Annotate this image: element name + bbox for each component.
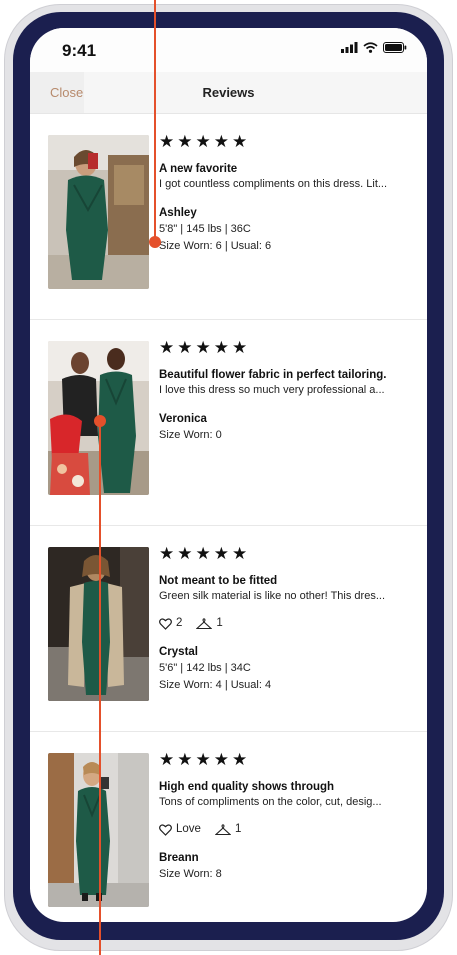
heart-icon [159,823,172,836]
star-rating: ★★★★★ [159,132,251,151]
review-card[interactable]: ★★★★★ Not meant to be fitted Green silk … [30,526,427,732]
hanger-count: 1 [234,823,242,835]
page-title: Reviews [202,85,255,100]
reviewer-size: Size Worn: 8 [159,868,222,880]
annotation-dot [149,236,161,248]
review-content: ★★★★★ High end quality shows through Ton… [159,751,421,883]
review-actions: 2 1 [159,616,421,631]
review-headline: High end quality shows through [159,781,335,793]
wifi-icon [363,42,378,53]
reviewer-name: Veronica [159,413,207,425]
star-rating: ★★★★★ [159,544,251,563]
status-icons [341,42,407,53]
reviewer-name: Crystal [159,646,198,658]
review-body[interactable]: I love this dress so much very professio… [159,383,421,398]
reviewer-measurements: 5'6" | 142 lbs | 34C [159,662,251,674]
review-body[interactable]: Green silk material is like no other! Th… [159,589,421,604]
like-button[interactable]: Love [159,822,201,837]
review-content: ★★★★★ Beautiful flower fabric in perfect… [159,339,421,444]
hanger-icon [196,617,213,629]
like-button[interactable]: 2 [159,616,182,631]
review-card[interactable]: ★★★★★ Beautiful flower fabric in perfect… [30,320,427,526]
hanger-button[interactable]: 1 [196,616,223,631]
review-content: ★★★★★ Not meant to be fitted Green silk … [159,545,421,694]
status-time: 9:41 [62,41,97,60]
review-headline: A new favorite [159,163,238,175]
review-body[interactable]: Tons of compliments on the color, cut, d… [159,795,421,810]
review-body[interactable]: I got countless compliments on this dres… [159,177,421,192]
hanger-icon [214,823,231,835]
status-bar: 9:41 [30,28,427,72]
reviewer-size: Size Worn: 0 [159,429,222,441]
battery-icon [383,42,407,53]
reviewer-size: Size Worn: 6 | Usual: 6 [159,240,272,252]
reviews-header: Close Reviews [30,72,427,114]
hanger-count: 1 [216,617,223,629]
like-label: Love [176,823,201,835]
review-actions: Love 1 [159,822,421,837]
like-count: 2 [176,617,183,629]
annotation-line [99,421,101,955]
star-rating: ★★★★★ [159,750,251,769]
hanger-button[interactable]: 1 [214,822,242,837]
review-content: ★★★★★ A new favorite I got countless com… [159,133,421,255]
review-headline: Beautiful flower fabric in perfect tailo… [159,369,387,381]
phone-screen: 9:41 Close Reviews ★★★★★ A new favorite … [30,28,427,922]
reviewer-measurements: 5'8" | 145 lbs | 36C [159,223,251,235]
signal-icon [341,42,358,53]
heart-icon [159,617,172,630]
review-card[interactable]: ★★★★★ High end quality shows through Ton… [30,732,427,922]
review-card[interactable]: ★★★★★ A new favorite I got countless com… [30,114,427,320]
annotation-dot [94,415,106,427]
reviewer-size: Size Worn: 4 | Usual: 4 [159,679,272,691]
reviewer-name: Ashley [159,207,197,219]
star-rating: ★★★★★ [159,338,251,357]
annotation-line [154,0,156,241]
reviewer-name: Breann [159,852,199,864]
review-headline: Not meant to be fitted [159,575,278,587]
review-photo[interactable] [48,135,149,289]
